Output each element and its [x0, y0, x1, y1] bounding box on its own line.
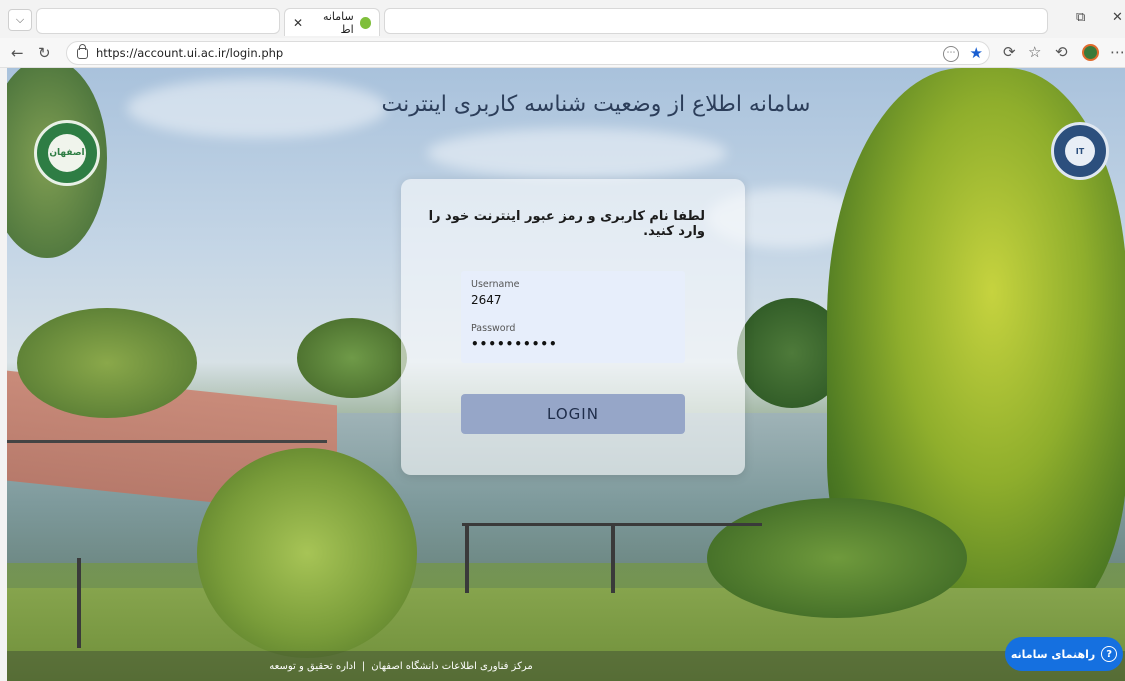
cloud: [427, 128, 727, 178]
back-icon[interactable]: ←: [11, 44, 24, 62]
profile-avatar-icon[interactable]: [1082, 44, 1099, 61]
help-label: راهنمای سامانه: [1010, 647, 1096, 661]
bush: [17, 308, 197, 418]
username-field[interactable]: 2647: [471, 293, 502, 307]
fence-post: [465, 523, 469, 593]
username-label: Username: [471, 279, 520, 290]
tab-right-empty[interactable]: [384, 8, 1048, 34]
favorites-icon[interactable]: ☆: [1028, 43, 1041, 61]
favorite-star-icon[interactable]: ★: [970, 44, 983, 62]
it-center-logo-text: IT: [1065, 136, 1095, 166]
url-text: https://account.ui.ac.ir/login.php: [96, 46, 284, 60]
it-center-logo: IT: [1051, 122, 1109, 180]
page-title: سامانه اطلاع از وضعیت شناسه کاربری اینتر…: [381, 92, 811, 117]
university-logo-text: اصفهان: [48, 134, 86, 172]
tab-title: سامانه اط: [322, 9, 354, 36]
address-bar[interactable]: https://account.ui.ac.ir/login.php ⋯ ★: [66, 41, 990, 65]
credentials-fields: Username 2647 Password ••••••••••: [461, 271, 685, 363]
more-menu-icon[interactable]: ⋯: [1110, 43, 1125, 61]
fence-post: [611, 523, 615, 593]
bush: [707, 498, 967, 618]
password-label: Password: [471, 323, 516, 334]
site-favicon-icon: [359, 16, 371, 29]
page-background: سامانه اطلاع از وضعیت شناسه کاربری اینتر…: [7, 68, 1125, 681]
lock-icon: [77, 43, 88, 59]
extensions-icon[interactable]: ⟳: [1003, 43, 1016, 61]
railing: [7, 440, 327, 443]
tab-list-button[interactable]: ⌵: [8, 9, 32, 31]
footer-dept[interactable]: اداره تحقیق و توسعه: [269, 661, 356, 672]
restore-window-icon[interactable]: ⧉: [1076, 10, 1085, 25]
help-icon: ?: [1101, 646, 1118, 662]
close-window-icon[interactable]: ✕: [1112, 10, 1123, 25]
login-button[interactable]: LOGIN: [461, 394, 685, 434]
university-logo: اصفهان: [34, 120, 100, 186]
footer-separator: |: [361, 660, 366, 672]
bush: [197, 448, 417, 658]
browser-toolbar: ← ↻ https://account.ui.ac.ir/login.php ⋯…: [0, 38, 1125, 68]
footer-org[interactable]: مرکز فناوری اطلاعات دانشگاه اصفهان: [371, 661, 532, 672]
tab-close-icon[interactable]: ✕: [293, 16, 303, 30]
refresh-icon[interactable]: ↻: [38, 44, 51, 62]
help-button[interactable]: ? راهنمای سامانه: [1005, 637, 1123, 671]
bush: [297, 318, 407, 398]
login-instruction: لطفا نام کاربری و رمز عبور اینترنت خود ر…: [428, 209, 705, 239]
login-card: لطفا نام کاربری و رمز عبور اینترنت خود ر…: [401, 179, 745, 475]
browser-tabstrip: ⌵ سامانه اط ✕ ⧉ ✕: [0, 0, 1125, 38]
chevron-down-icon: ⌵: [15, 13, 25, 26]
tab-active[interactable]: سامانه اط ✕: [284, 8, 380, 36]
history-icon[interactable]: ⟲: [1055, 43, 1068, 61]
tab-left-empty[interactable]: [36, 8, 280, 34]
more-options-circle-icon[interactable]: ⋯: [943, 46, 959, 62]
footer: مرکز فناوری اطلاعات دانشگاه اصفهان | ادا…: [7, 651, 1125, 681]
fence-post: [77, 558, 81, 648]
password-field[interactable]: ••••••••••: [471, 337, 558, 351]
